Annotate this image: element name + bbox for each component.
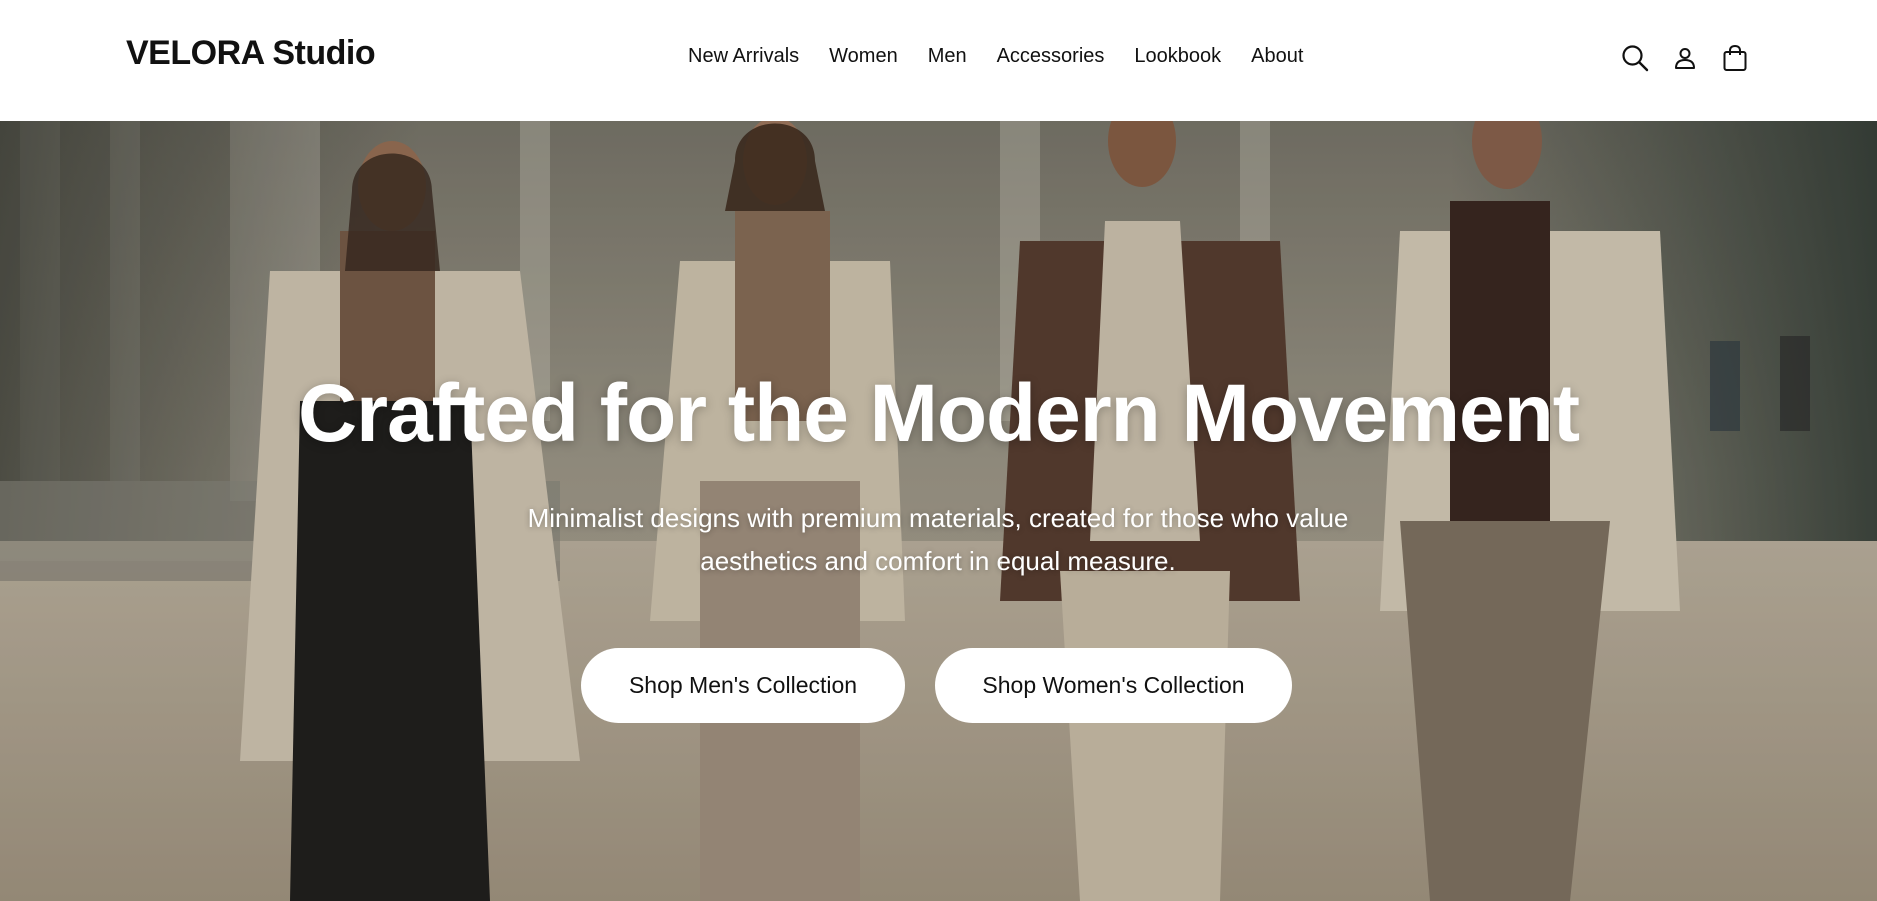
nav-link-new-arrivals[interactable]: New Arrivals	[688, 42, 799, 70]
nav-link-about[interactable]: About	[1251, 42, 1303, 70]
nav-link-lookbook[interactable]: Lookbook	[1134, 42, 1221, 70]
hero-title: Crafted for the Modern Movement	[297, 368, 1580, 459]
nav-link-accessories[interactable]: Accessories	[997, 42, 1105, 70]
user-icon	[1675, 48, 1695, 69]
shop-men-button[interactable]: Shop Men's Collection	[581, 648, 905, 723]
site-header: VELORA Studio New Arrivals Women Men Acc…	[0, 0, 1877, 121]
nav-link-men[interactable]: Men	[928, 42, 967, 70]
shopping-bag-icon	[1723, 44, 1747, 71]
main-nav: New Arrivals Women Men Accessories Lookb…	[688, 42, 1303, 70]
nav-link-women[interactable]: Women	[829, 42, 898, 70]
hero-subtitle: Minimalist designs with premium material…	[488, 497, 1388, 583]
cart-button[interactable]	[1717, 40, 1753, 76]
brand-logo[interactable]: VELORA Studio	[126, 34, 376, 73]
hero-subtitle-line-1: Minimalist designs with premium material…	[527, 503, 1349, 533]
account-button[interactable]	[1667, 40, 1703, 76]
shop-women-button[interactable]: Shop Women's Collection	[935, 648, 1292, 723]
hero-subtitle-line-2: aesthetics and comfort in equal measure.	[700, 546, 1176, 576]
hero-section: Crafted for the Modern Movement Minimali…	[0, 121, 1877, 901]
search-button[interactable]	[1617, 40, 1653, 76]
search-icon	[1622, 45, 1649, 72]
header-actions	[1617, 40, 1753, 76]
